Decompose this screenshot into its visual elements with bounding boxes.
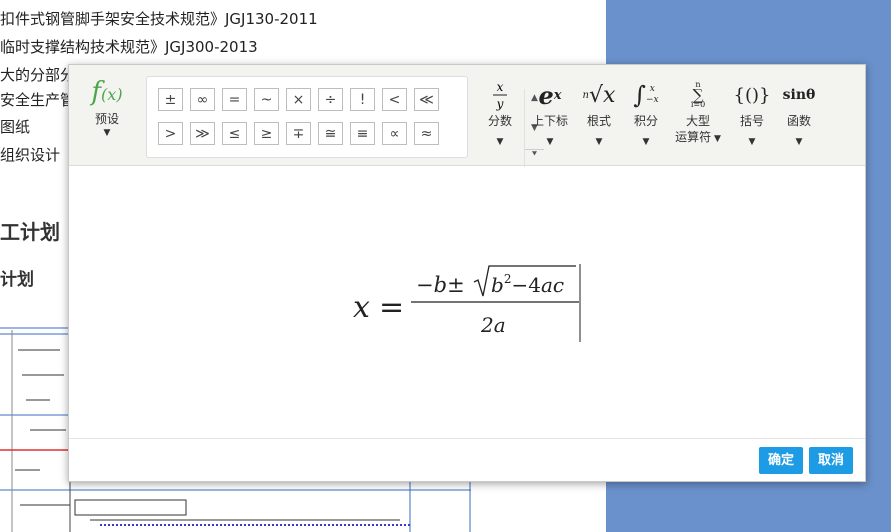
chevron-down-icon: ▼: [795, 137, 803, 147]
integral-tool[interactable]: ∫ x −x 积分 ▼: [628, 77, 664, 148]
fraction-label: 分数: [487, 114, 512, 128]
svg-text:x: x: [497, 80, 504, 94]
symbol-button[interactable]: ~: [254, 88, 279, 111]
chevron-down-icon: ▼: [496, 137, 504, 147]
symbol-palette: ± ∞ = ~ × ÷! < ≪ > ≫ ≤ ≥ ∓ ≅ ≡ ∝ ≈ ▲ ▼ ⯆: [146, 76, 544, 167]
large-operator-label2: 运算符 ▼: [675, 130, 721, 144]
integral-icon: ∫ x −x: [633, 81, 659, 109]
large-operator-tool[interactable]: n ∑ i=0 大型 运算符 ▼: [673, 77, 723, 145]
svg-text:=: =: [379, 290, 404, 325]
doc-line: 组织设计: [0, 146, 61, 164]
doc-line: 扣件式钢管脚手架安全技术规范》JGJ130-2011: [0, 10, 318, 28]
summation-icon: n ∑ i=0: [690, 80, 706, 109]
symbol-button[interactable]: ≪: [414, 88, 439, 111]
doc-line: 安全生产管: [0, 91, 76, 109]
function-tool[interactable]: sinθ 函数 ▼: [780, 77, 818, 148]
radical-tool[interactable]: n √x 根式 ▼: [581, 77, 617, 148]
radical-label: 根式: [586, 114, 611, 128]
doc-line: 大的分部分: [0, 66, 76, 84]
script-tool[interactable]: ex 上下标 ▼: [527, 77, 573, 148]
cancel-button[interactable]: 取消: [809, 447, 854, 474]
exponent-icon: ex: [538, 80, 562, 110]
dialog-footer: 确定 取消: [69, 438, 865, 481]
symbol-button[interactable]: ∞: [190, 88, 215, 111]
bracket-icon: {()}: [733, 84, 771, 106]
script-label: 上下标: [531, 114, 568, 128]
symbol-button[interactable]: ≤: [222, 122, 247, 145]
symbol-button[interactable]: ±: [158, 88, 183, 111]
symbol-button[interactable]: ≫: [190, 122, 215, 145]
expand-icon[interactable]: ⯆: [525, 149, 544, 160]
fraction-icon: xy: [485, 77, 515, 113]
doc-subheading: 计划: [0, 270, 34, 290]
symbol-button[interactable]: ≡: [350, 122, 375, 145]
symbol-button[interactable]: ×: [286, 88, 311, 111]
chevron-down-icon: ▼: [748, 137, 756, 147]
symbol-button[interactable]: <: [382, 88, 407, 111]
preset-label: 预设: [94, 112, 119, 126]
formula-display: x = −b± b2−4ac 2a: [353, 264, 581, 342]
bracket-tool[interactable]: {()} 括号 ▼: [733, 77, 771, 148]
large-operator-label: 大型: [685, 114, 710, 128]
doc-line: 临时支撑结构技术规范》JGJ300-2013: [0, 38, 258, 56]
symbol-button[interactable]: ∝: [382, 122, 407, 145]
chevron-down-icon: ▼: [642, 137, 650, 147]
doc-line: 图纸: [0, 118, 31, 136]
symbol-button[interactable]: =: [222, 88, 247, 111]
bracket-label: 括号: [739, 114, 764, 128]
symbol-button[interactable]: ≥: [254, 122, 279, 145]
chevron-down-icon: ▼: [546, 137, 554, 147]
symbol-button[interactable]: >: [158, 122, 183, 145]
chevron-down-icon: ▼: [595, 137, 603, 147]
svg-text:2a: 2a: [480, 313, 506, 337]
symbol-button[interactable]: ≈: [414, 122, 439, 145]
svg-text:−b±: −b±: [416, 273, 465, 297]
fx-icon: f(x): [91, 77, 123, 107]
symbol-button[interactable]: ∓: [286, 122, 311, 145]
confirm-button[interactable]: 确定: [759, 447, 804, 474]
svg-text:x: x: [353, 290, 370, 325]
radical-icon: n √x: [582, 82, 616, 108]
svg-text:b2−4ac: b2−4ac: [491, 272, 564, 297]
function-label: 函数: [786, 114, 811, 128]
fraction-tool[interactable]: xy 分数 ▼: [485, 77, 515, 148]
formula-editor-dialog: f(x) 预设 ▼ ± ∞ = ~ × ÷! < ≪ > ≫ ≤ ≥ ∓ ≅ ≡ ∝ ≈ ▲ ▼ ⯆ xy 分…: [68, 64, 866, 482]
symbol-button[interactable]: ≅: [318, 122, 343, 145]
doc-heading: 工计划: [0, 220, 60, 244]
chevron-down-icon: ▼: [103, 128, 111, 138]
integral-label: 积分: [633, 114, 658, 128]
svg-text:y: y: [496, 97, 504, 111]
symbol-button[interactable]: !: [350, 88, 375, 111]
function-icon: sinθ: [782, 87, 816, 103]
editor-toolbar: f(x) 预设 ▼ ± ∞ = ~ × ÷! < ≪ > ≫ ≤ ≥ ∓ ≅ ≡ ∝ ≈ ▲ ▼ ⯆ xy 分…: [69, 65, 865, 167]
symbol-button[interactable]: ÷: [318, 88, 343, 111]
formula-canvas[interactable]: x = −b± b2−4ac 2a: [69, 166, 865, 438]
preset-menu[interactable]: f(x) 预设 ▼: [85, 77, 129, 157]
